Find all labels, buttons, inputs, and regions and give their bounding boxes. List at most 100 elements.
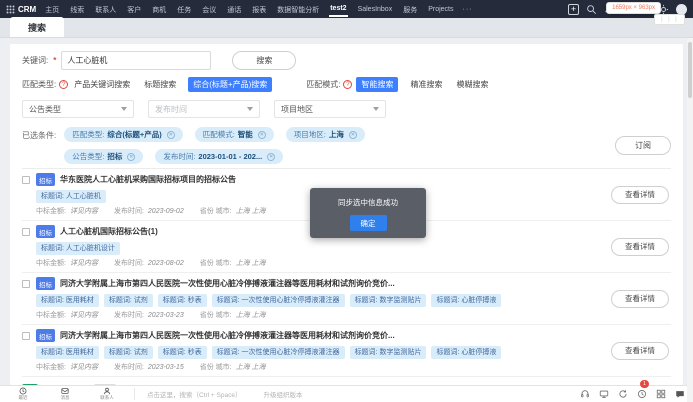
condition-value: 2023-01-01 - 202... (198, 152, 262, 161)
result-title[interactable]: 人工心脏机国际招标公告(1) (60, 226, 158, 237)
dropdown-label: 发布时间 (155, 104, 187, 115)
crm-logo[interactable]: CRM (6, 5, 36, 14)
result-row: 招标 同济大学附属上海市第四人民医院一次性使用心脏冷停搏液灌注器等医用耗材和试剂… (22, 325, 671, 377)
filter-dropdown[interactable]: 项目地区 (274, 100, 386, 118)
filter-dropdown[interactable]: 发布时间 (148, 100, 260, 118)
radio-option[interactable]: 模糊搜索 (454, 78, 490, 91)
headset-icon[interactable] (580, 389, 590, 399)
radio-option[interactable]: 产品关键词搜索 (72, 78, 132, 91)
subscribe-button[interactable]: 订阅 (615, 136, 671, 155)
resize-handle-icon: ⋮⋮⋮ (654, 14, 685, 25)
create-new-button[interactable]: + (568, 4, 579, 15)
clock-icon[interactable] (637, 389, 647, 399)
amount-label: 中标金额: (36, 258, 66, 268)
apps-grid-icon[interactable] (656, 389, 666, 399)
remove-tag-icon[interactable]: ✕ (127, 153, 135, 161)
radio-option[interactable]: 综合(标题+产品)搜索 (188, 77, 272, 92)
nav-item-6[interactable]: 任务 (176, 1, 192, 18)
upgrade-link[interactable]: 升级组织版本 (263, 389, 302, 399)
status-bar: 最近 消息 联系人 点击这里，搜索（Ctrl + Space） 升级组织版本 1 (0, 385, 693, 402)
match-mode-options: 智能搜索精准搜索模糊搜索 (356, 77, 490, 92)
time-label: 发布时间: (114, 362, 144, 372)
scrollbar-thumb[interactable] (688, 42, 692, 98)
statusbar-right-icons: 1 (580, 389, 685, 399)
result-title[interactable]: 同济大学附属上海市第四人民医院一次性使用心脏冷停搏液灌注器等医用耗材和试剂询价竞… (60, 330, 395, 341)
chevron-down-icon (121, 107, 127, 111)
amount-value: 详见内容 (70, 362, 98, 372)
row-checkbox[interactable] (22, 280, 30, 288)
row-checkbox[interactable] (22, 332, 30, 340)
row-checkbox[interactable] (22, 228, 30, 236)
view-detail-button[interactable]: 查看详情 (611, 186, 669, 204)
view-detail-button[interactable]: 查看详情 (611, 238, 669, 256)
help-icon[interactable]: ? (343, 80, 352, 89)
condition-value: 智能 (238, 129, 253, 140)
time-value: 2023-03-23 (148, 312, 184, 319)
region-label: 省份 城市: (200, 206, 232, 216)
search-button[interactable]: 搜索 (232, 51, 296, 70)
remove-tag-icon[interactable]: ✕ (258, 131, 266, 139)
filter-dropdowns: 公告类型 发布时间 项目地区 (22, 100, 671, 118)
filter-dropdown[interactable]: 公告类型 (22, 100, 134, 118)
remove-tag-icon[interactable]: ✕ (167, 131, 175, 139)
nav-item-7[interactable]: 会议 (201, 1, 217, 18)
region-label: 省份 城市: (200, 258, 232, 268)
match-type-options: 产品关键词搜索标题搜索综合(标题+产品)搜索 (72, 77, 272, 92)
nav-item-10[interactable]: 数据智能分析 (276, 1, 320, 18)
result-title[interactable]: 同济大学附属上海市第四人民医院一次性使用心脏冷停搏液灌注器等医用耗材和试剂询价竞… (60, 278, 395, 289)
dropdown-label: 项目地区 (281, 104, 313, 115)
help-icon[interactable]: ? (59, 80, 68, 89)
remove-tag-icon[interactable]: ✕ (267, 153, 275, 161)
amount-label: 中标金额: (36, 206, 66, 216)
vertical-scrollbar[interactable] (687, 38, 693, 402)
recent-items-button[interactable]: 最近 (8, 387, 38, 401)
condition-tag: 公告类型:招标 ✕ (64, 149, 143, 164)
result-tags: 标题词: 医用耗材标题词: 试剂标题词: 秒表标题词: 一次性使用心脏冷停搏液灌… (36, 346, 605, 359)
title-keyword-tag: 标题词: 秒表 (158, 346, 207, 359)
nav-item-4[interactable]: 客户 (126, 1, 142, 18)
title-keyword-tag: 标题词: 人工心脏机 (36, 190, 106, 203)
nav-item-12[interactable]: SalesInbox (357, 2, 394, 16)
nav-item-1[interactable]: 主页 (44, 1, 60, 18)
global-search-hint[interactable]: 点击这里，搜索（Ctrl + Space） (147, 389, 241, 399)
result-title[interactable]: 华东医院人工心脏机采购国际招标项目的招标公告 (60, 174, 236, 185)
radio-option[interactable]: 精准搜索 (408, 78, 444, 91)
dropdown-label: 公告类型 (29, 104, 61, 115)
messages-button[interactable]: 消息 (50, 387, 80, 401)
condition-label: 项目地区: (294, 129, 326, 140)
toast-confirm-button[interactable]: 确定 (350, 215, 387, 231)
radio-option[interactable]: 标题搜索 (142, 78, 178, 91)
toast-message: 同步选中信息成功 (316, 197, 420, 208)
condition-value: 综合(标题+产品) (107, 129, 161, 140)
remove-tag-icon[interactable]: ✕ (349, 131, 357, 139)
condition-tag: 发布时间:2023-01-01 - 202... ✕ (155, 149, 283, 164)
nav-item-9[interactable]: 报表 (251, 1, 267, 18)
result-row: 招标 同济大学附属上海市第四人民医院一次性使用心脏冷停搏液灌注器等医用耗材和试剂… (22, 273, 671, 325)
nav-overflow-button[interactable]: ··· (463, 6, 473, 13)
result-tags: 标题词: 人工心脏机设计 (36, 242, 605, 255)
nav-item-13[interactable]: 服务 (402, 1, 418, 18)
nav-item-2[interactable]: 线索 (69, 1, 85, 18)
nav-item-5[interactable]: 商机 (151, 1, 167, 18)
nav-item-14[interactable]: Projects (427, 2, 454, 16)
keyword-input[interactable] (61, 51, 211, 70)
condition-label: 公告类型: (72, 151, 104, 162)
view-detail-button[interactable]: 查看详情 (611, 290, 669, 308)
monitor-icon[interactable] (599, 389, 609, 399)
tab-search[interactable]: 搜索 (10, 17, 64, 37)
refresh-icon[interactable] (618, 389, 628, 399)
amount-label: 中标金额: (36, 310, 66, 320)
title-keyword-tag: 标题词: 秒表 (158, 294, 207, 307)
nav-item-3[interactable]: 联系人 (94, 1, 117, 18)
search-icon[interactable] (586, 4, 597, 15)
user-avatar[interactable] (676, 4, 687, 15)
title-keyword-tag: 标题词: 心脏停搏液 (431, 346, 501, 359)
row-checkbox[interactable] (22, 176, 30, 184)
nav-item-8[interactable]: 通话 (226, 1, 242, 18)
bid-type-badge: 招标 (36, 225, 55, 238)
view-detail-button[interactable]: 查看详情 (611, 342, 669, 360)
radio-option[interactable]: 智能搜索 (356, 77, 398, 92)
nav-item-11[interactable]: test2 (329, 1, 347, 17)
chat-icon[interactable] (675, 389, 685, 399)
contacts-button[interactable]: 联系人 (92, 387, 122, 401)
